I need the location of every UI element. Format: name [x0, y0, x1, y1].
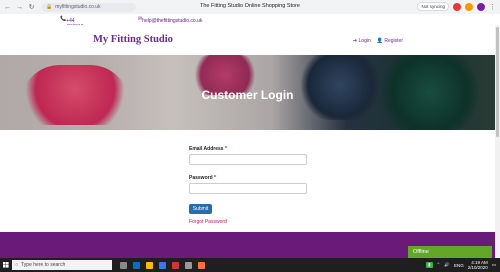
- password-label: Password *: [189, 175, 307, 181]
- user-plus-icon: 👤: [376, 38, 383, 44]
- battery-icon[interactable]: ▮: [426, 262, 433, 268]
- taskbar-apps: [120, 261, 205, 269]
- login-label: Login: [358, 38, 371, 44]
- offline-notice: Offline: [408, 246, 492, 258]
- taskbar-search[interactable]: ○ Type here to search: [12, 260, 112, 270]
- email-link[interactable]: ✉ help@thefittingstudio.co.uk: [138, 16, 202, 24]
- volume-icon[interactable]: 🔊: [444, 262, 450, 268]
- notification-icon[interactable]: ▭: [492, 262, 496, 268]
- app-icon[interactable]: [185, 261, 192, 269]
- clock[interactable]: 4:19 AM 2/10/2020: [468, 260, 488, 270]
- phone-link[interactable]: 📞 +44 (0)8613 0038: [60, 16, 83, 36]
- scrollbar[interactable]: [495, 25, 500, 258]
- language-indicator[interactable]: ENG: [454, 263, 464, 268]
- submit-button[interactable]: Submit: [189, 204, 212, 214]
- email-label: Email Address *: [189, 146, 307, 152]
- email-field[interactable]: [189, 154, 307, 165]
- forgot-password-link[interactable]: Forgot Password: [189, 219, 307, 225]
- site-logo[interactable]: My Fitting Studio: [93, 34, 173, 45]
- address-bar[interactable]: 🔒 myfittingstudio.co.uk: [42, 2, 136, 12]
- register-link[interactable]: 👤 Register: [377, 38, 403, 44]
- reload-icon[interactable]: ↻: [27, 3, 36, 12]
- back-icon[interactable]: ←: [3, 3, 12, 12]
- forward-icon[interactable]: →: [15, 3, 24, 12]
- windows-icon: [3, 262, 9, 268]
- register-label: Register: [384, 38, 403, 44]
- email-label-text: Email Address: [189, 146, 224, 152]
- url-text: myfittingstudio.co.uk: [55, 4, 101, 10]
- start-button[interactable]: [0, 258, 12, 272]
- browser-toolbar: ← → ↻ 🔒 myfittingstudio.co.uk The Fittin…: [0, 0, 500, 15]
- menu-icon[interactable]: ⋮: [489, 3, 496, 11]
- lock-icon: 🔒: [46, 4, 53, 10]
- hero-banner: Customer Login: [0, 55, 495, 130]
- site-header: My Fitting Studio ➔ Login 👤 Register: [0, 25, 500, 55]
- email-text: help@thefittingstudio.co.uk: [142, 18, 203, 24]
- login-link[interactable]: ➔ Login: [353, 38, 371, 44]
- auth-links: ➔ Login 👤 Register: [353, 38, 403, 44]
- edge-icon[interactable]: [133, 261, 140, 269]
- window-title: The Fitting Studio Online Shopping Store: [200, 3, 300, 9]
- folder-icon[interactable]: [146, 261, 153, 269]
- profile-avatar[interactable]: [477, 2, 485, 11]
- required-mark: *: [214, 175, 216, 181]
- clock-date: 2/10/2020: [467, 265, 488, 270]
- search-icon: ○: [15, 262, 19, 268]
- login-form: Email Address * Password * Submit Forgot…: [189, 146, 307, 225]
- login-icon: ➔: [352, 38, 358, 44]
- store-icon[interactable]: [159, 261, 166, 269]
- page-title: Customer Login: [201, 88, 294, 102]
- scrollbar-thumb[interactable]: [496, 27, 499, 137]
- extension-icon[interactable]: [453, 2, 461, 11]
- mic-icon[interactable]: [120, 261, 127, 269]
- antivirus-icon[interactable]: [172, 261, 179, 269]
- extension-icon[interactable]: [465, 2, 473, 11]
- network-icon[interactable]: ⌃: [437, 262, 441, 268]
- password-field[interactable]: [189, 183, 307, 194]
- taskbar: ○ Type here to search ▮ ⌃ 🔊 ENG 4:19 AM …: [0, 258, 500, 272]
- system-tray: ▮ ⌃ 🔊 ENG 4:19 AM 2/10/2020 ▭: [426, 258, 496, 272]
- search-placeholder: Type here to search: [21, 262, 66, 268]
- browser-icon[interactable]: [198, 261, 205, 269]
- required-mark: *: [224, 146, 227, 152]
- sync-chip[interactable]: Not syncing: [417, 2, 449, 11]
- password-label-text: Password: [189, 175, 213, 181]
